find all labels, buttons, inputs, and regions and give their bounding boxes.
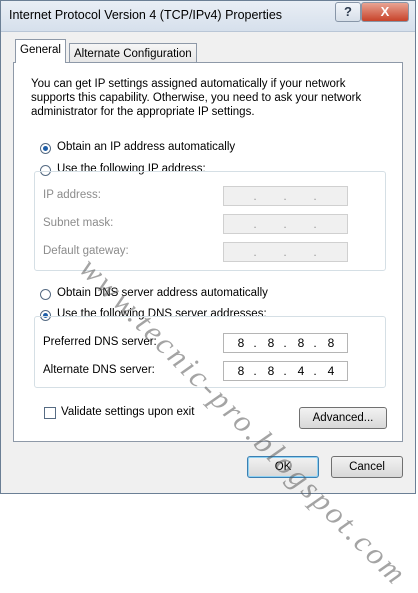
default-gateway-label: Default gateway: [43,245,129,257]
cancel-button[interactable]: Cancel [331,456,403,478]
close-button[interactable]: X [361,2,409,22]
obtain-dns-auto-radio[interactable] [40,289,51,300]
alternate-dns-label: Alternate DNS server: [43,364,155,376]
general-tab-panel: You can get IP settings assigned automat… [13,62,403,442]
dot-separator: . [253,336,257,350]
dot-separator: . [253,245,257,259]
dot-separator: . [313,336,317,350]
octet: 8 [267,336,275,350]
preferred-dns-input[interactable]: 8. 8. 8. 8 [223,333,348,353]
dot-separator: . [283,245,287,259]
octet: 8 [237,336,245,350]
dot-separator: . [313,217,317,231]
ip-address-label: IP address: [43,189,101,201]
obtain-dns-auto-label: Obtain DNS server address automatically [57,287,268,299]
subnet-mask-input: . . . [223,214,348,234]
alternate-dns-input[interactable]: 8. 8. 4. 4 [223,361,348,381]
default-gateway-input: . . . [223,242,348,262]
octet: 8 [297,336,305,350]
dot-separator: . [253,364,257,378]
dot-separator: . [283,217,287,231]
obtain-ip-auto-label: Obtain an IP address automatically [57,141,236,153]
dot-separator: . [313,189,317,203]
obtain-ip-auto-radio[interactable] [40,143,51,154]
octet: 8 [327,336,335,350]
dot-separator: . [253,217,257,231]
advanced-button[interactable]: Advanced... [299,407,387,429]
help-icon: ? [344,4,352,19]
description-text: You can get IP settings assigned automat… [31,78,362,118]
dot-separator: . [283,189,287,203]
ip-address-input: . . . [223,186,348,206]
ok-button[interactable]: OK [247,456,319,478]
subnet-mask-label: Subnet mask: [43,217,114,229]
dot-separator: . [313,245,317,259]
dot-separator: . [253,189,257,203]
help-button[interactable]: ? [335,2,361,22]
dialog-window: Internet Protocol Version 4 (TCP/IPv4) P… [0,0,416,494]
tab-general[interactable]: General [15,39,66,63]
octet: 8 [237,364,245,378]
dns-server-group: Preferred DNS server: 8. 8. 8. 8 Alterna… [34,316,386,388]
octet: 8 [267,364,275,378]
octet: 4 [297,364,305,378]
dot-separator: . [313,364,317,378]
ip-address-group: IP address: . . . Subnet mask: . . . Def… [34,171,386,271]
octet: 4 [327,364,335,378]
dot-separator: . [283,364,287,378]
dot-separator: . [283,336,287,350]
validate-settings-label: Validate settings upon exit [61,406,195,418]
dialog-content: General Alternate Configuration You can … [9,37,409,447]
title-bar: Internet Protocol Version 4 (TCP/IPv4) P… [1,1,415,32]
preferred-dns-label: Preferred DNS server: [43,336,157,348]
window-title: Internet Protocol Version 4 (TCP/IPv4) P… [9,8,283,22]
validate-settings-checkbox[interactable] [44,407,56,419]
close-icon: X [380,4,390,19]
